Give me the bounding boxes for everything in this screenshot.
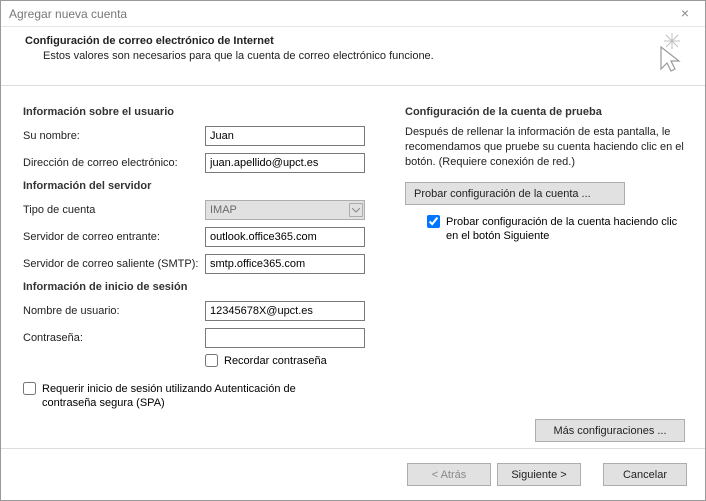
row-password: Contraseña: xyxy=(23,327,381,349)
window-title: Agregar nueva cuenta xyxy=(9,7,127,21)
cursor-star-icon xyxy=(645,33,685,73)
section-user-info: Información sobre el usuario xyxy=(23,106,381,118)
row-remember: Recordar contraseña xyxy=(205,354,381,368)
spa-checkbox[interactable] xyxy=(23,382,36,395)
row-name: Su nombre: xyxy=(23,125,381,147)
test-description: Después de rellenar la información de es… xyxy=(405,125,685,170)
row-spa: Requerir inicio de sesión utilizando Aut… xyxy=(23,382,323,410)
password-field[interactable] xyxy=(205,328,365,348)
row-test-on-next: Probar configuración de la cuenta hacien… xyxy=(427,215,685,243)
incoming-label: Servidor de correo entrante: xyxy=(23,231,205,243)
account-type-label: Tipo de cuenta xyxy=(23,204,205,216)
account-type-select: IMAP xyxy=(205,200,365,220)
add-account-dialog: Agregar nueva cuenta × Configuración de … xyxy=(0,0,706,501)
outgoing-server-field[interactable] xyxy=(205,254,365,274)
username-label: Nombre de usuario: xyxy=(23,305,205,317)
outgoing-label: Servidor de correo saliente (SMTP): xyxy=(23,258,205,270)
row-outgoing: Servidor de correo saliente (SMTP): xyxy=(23,253,381,275)
row-username: Nombre de usuario: xyxy=(23,300,381,322)
right-column: Configuración de la cuenta de prueba Des… xyxy=(405,100,685,440)
test-on-next-label: Probar configuración de la cuenta hacien… xyxy=(446,215,685,243)
name-field[interactable] xyxy=(205,126,365,146)
email-label: Dirección de correo electrónico: xyxy=(23,157,205,169)
row-incoming: Servidor de correo entrante: xyxy=(23,226,381,248)
header-subtitle: Estos valores son necesarios para que la… xyxy=(43,50,645,62)
dialog-header: Configuración de correo electrónico de I… xyxy=(1,27,705,86)
more-settings-wrap: Más configuraciones ... xyxy=(535,419,685,442)
titlebar: Agregar nueva cuenta × xyxy=(1,1,705,27)
row-account-type: Tipo de cuenta IMAP xyxy=(23,199,381,221)
section-test-title: Configuración de la cuenta de prueba xyxy=(405,106,685,118)
header-title: Configuración de correo electrónico de I… xyxy=(25,35,645,47)
remember-password-label: Recordar contraseña xyxy=(224,354,327,368)
section-login-info: Información de inicio de sesión xyxy=(23,281,381,293)
account-type-value: IMAP xyxy=(210,204,237,216)
username-field[interactable] xyxy=(205,301,365,321)
name-label: Su nombre: xyxy=(23,130,205,142)
test-on-next-checkbox[interactable] xyxy=(427,215,440,228)
chevron-down-icon xyxy=(349,203,363,217)
next-button[interactable]: Siguiente > xyxy=(497,463,581,486)
close-icon[interactable]: × xyxy=(673,5,697,23)
section-server-info: Información del servidor xyxy=(23,180,381,192)
test-account-button[interactable]: Probar configuración de la cuenta ... xyxy=(405,182,625,205)
email-field[interactable] xyxy=(205,153,365,173)
back-button[interactable]: < Atrás xyxy=(407,463,491,486)
dialog-content: Información sobre el usuario Su nombre: … xyxy=(1,86,705,448)
spa-label: Requerir inicio de sesión utilizando Aut… xyxy=(42,382,323,410)
left-column: Información sobre el usuario Su nombre: … xyxy=(23,100,381,440)
row-email: Dirección de correo electrónico: xyxy=(23,152,381,174)
cancel-button[interactable]: Cancelar xyxy=(603,463,687,486)
password-label: Contraseña: xyxy=(23,332,205,344)
remember-password-checkbox[interactable] xyxy=(205,354,218,367)
dialog-footer: < Atrás Siguiente > Cancelar xyxy=(1,448,705,500)
incoming-server-field[interactable] xyxy=(205,227,365,247)
more-settings-button[interactable]: Más configuraciones ... xyxy=(535,419,685,442)
header-text: Configuración de correo electrónico de I… xyxy=(25,35,645,62)
